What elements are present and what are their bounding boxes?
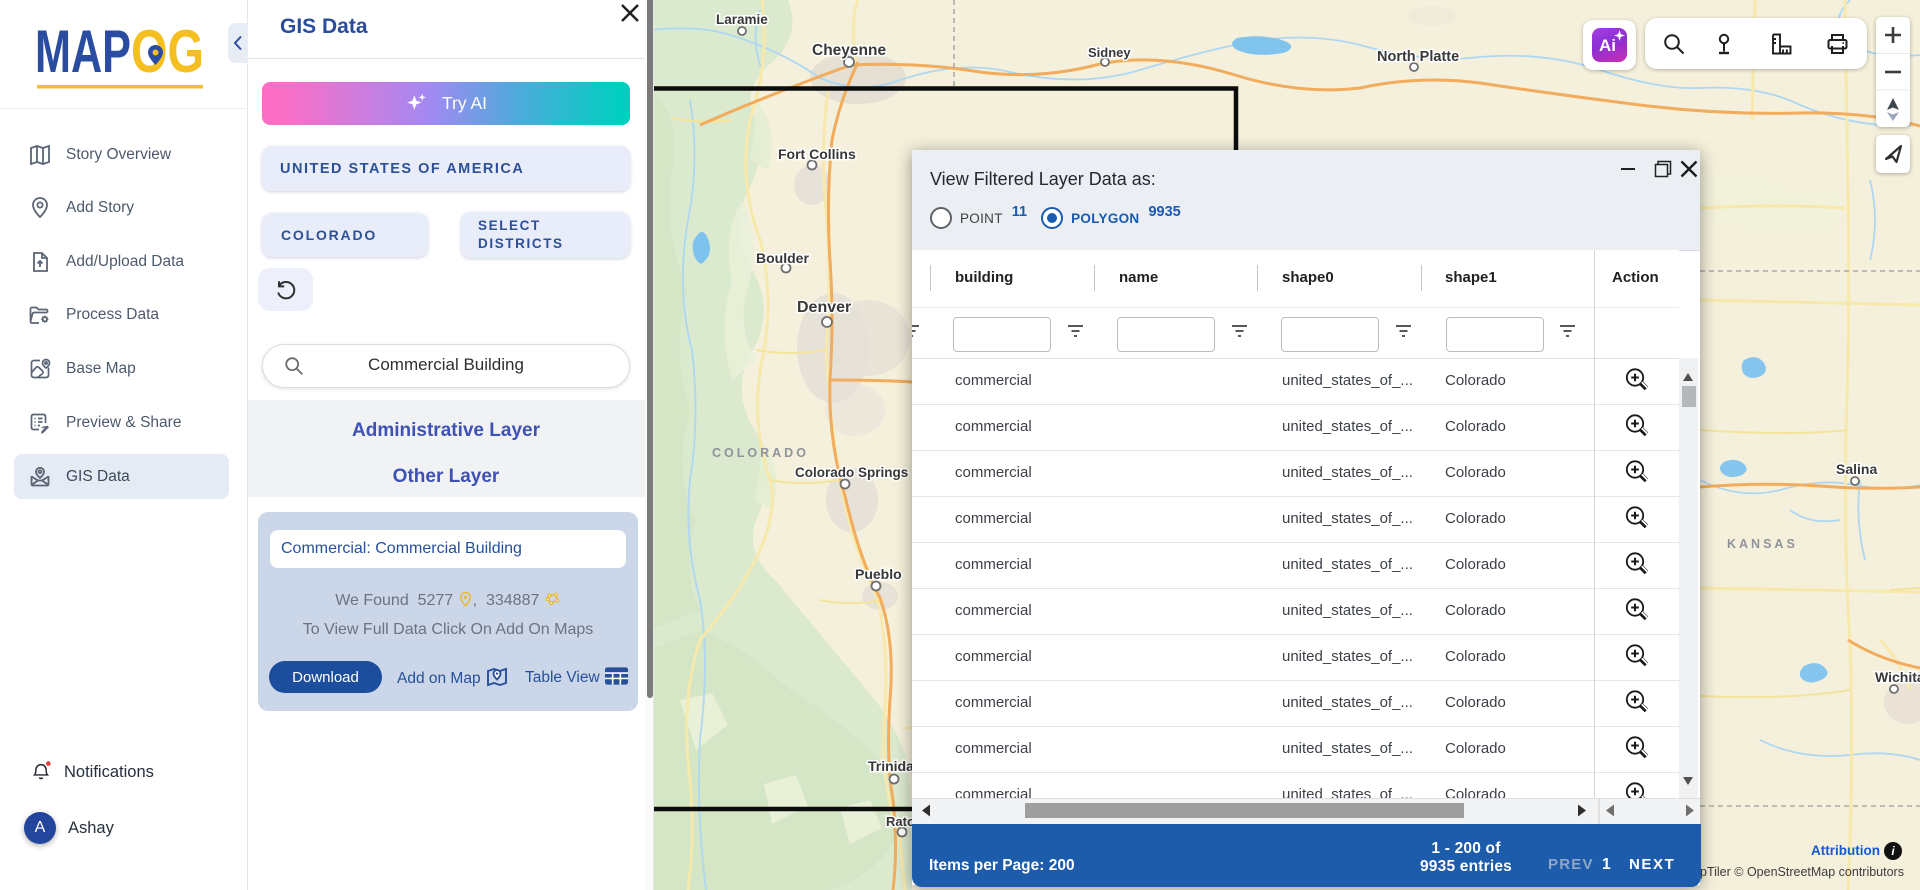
svg-text:Salina: Salina xyxy=(1836,461,1877,477)
svg-text:Sidney: Sidney xyxy=(1088,45,1131,60)
svg-text:COLORADO: COLORADO xyxy=(712,446,809,460)
svg-text:North Platte: North Platte xyxy=(1377,49,1459,65)
svg-text:Pueblo: Pueblo xyxy=(855,566,902,582)
svg-text:Denver: Denver xyxy=(797,299,851,316)
svg-text:Laramie: Laramie xyxy=(716,12,768,27)
svg-text:KANSAS: KANSAS xyxy=(1727,537,1798,551)
svg-text:Boulder: Boulder xyxy=(756,250,809,266)
svg-text:Wichita: Wichita xyxy=(1875,669,1920,685)
svg-text:OG: OG xyxy=(131,18,204,85)
svg-text:MAP: MAP xyxy=(35,18,131,85)
svg-text:Fort Collins: Fort Collins xyxy=(778,146,856,162)
svg-text:Cheyenne: Cheyenne xyxy=(812,42,886,59)
svg-text:Colorado Springs: Colorado Springs xyxy=(795,465,908,480)
